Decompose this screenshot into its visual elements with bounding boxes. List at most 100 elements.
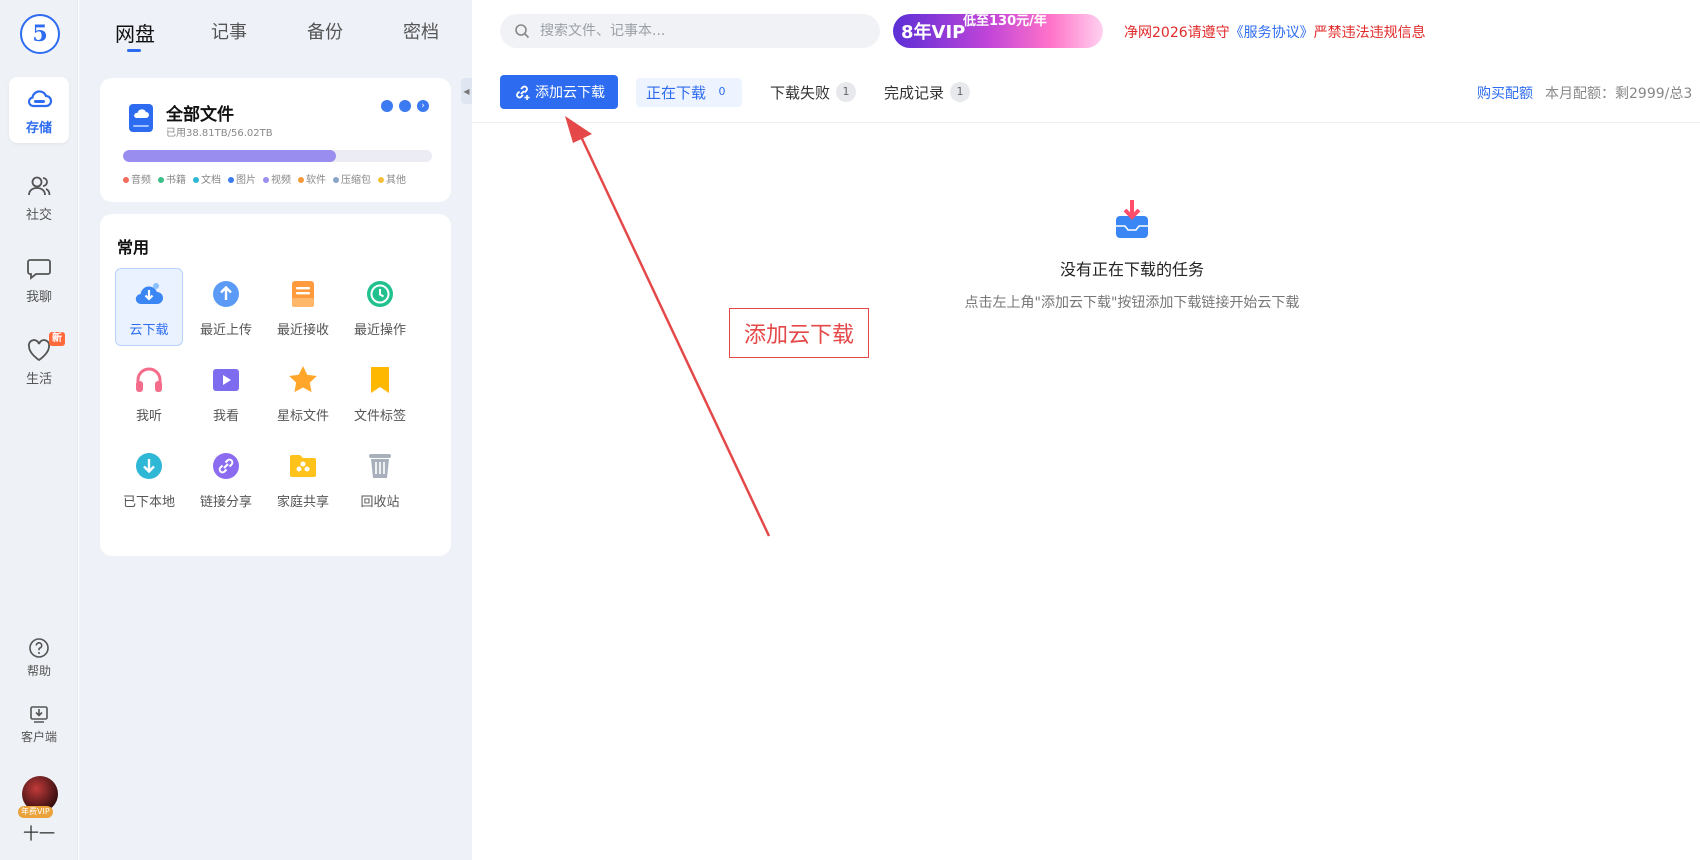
trash-icon — [369, 453, 391, 478]
tab-downloading[interactable]: 正在下载 0 — [636, 77, 743, 107]
link-add-icon — [516, 85, 530, 100]
play-icon — [213, 368, 239, 391]
rail-help[interactable]: 帮助 — [9, 637, 69, 679]
tab-backup[interactable]: 备份 — [307, 18, 403, 47]
legend-label: 压缩包 — [341, 175, 371, 186]
tab-label: 正在下载 — [646, 83, 707, 102]
common-item-label: 最近上传 — [199, 322, 252, 338]
common-link-share[interactable]: 链接分享 — [192, 440, 260, 518]
tab-count: 1 — [950, 82, 971, 102]
divider — [472, 122, 1700, 123]
legend-item: 文档 — [193, 171, 221, 186]
storage-usage: 已用38.81TB/56.02TB — [166, 128, 273, 139]
common-downloaded[interactable]: 已下本地 — [115, 440, 183, 518]
legend-dot — [298, 177, 304, 183]
common-recent-ops[interactable]: 最近操作 — [346, 268, 414, 346]
user-name: 十一 — [22, 824, 55, 843]
storage-progress-fill — [123, 150, 337, 162]
common-item-label: 星标文件 — [276, 408, 329, 424]
storage-legend: 音频 书籍 文档 图片 视频 软件 压缩包 其他 — [123, 171, 406, 186]
common-listen[interactable]: 我听 — [115, 354, 183, 432]
common-item-label: 云下载 — [129, 322, 169, 338]
rail-client[interactable]: 客户端 — [9, 703, 69, 745]
tab-notes[interactable]: 记事 — [211, 18, 307, 47]
tab-netdisk[interactable]: 网盘 — [115, 18, 211, 52]
notice-prefix: 净网2026请遵守 — [1124, 25, 1230, 41]
cloud-download-icon — [135, 282, 163, 304]
common-watch[interactable]: 我看 — [192, 354, 260, 432]
notice-suffix: 严禁违法违规信息 — [1313, 25, 1426, 41]
common-item-label: 文件标签 — [353, 408, 406, 424]
link-icon — [213, 452, 239, 479]
common-recent-receive[interactable]: 最近接收 — [269, 268, 337, 346]
legend-dot — [333, 177, 339, 183]
common-item-label: 已下本地 — [122, 494, 175, 510]
vip-promo-banner[interactable]: 低至130元/年 8年VIP — [893, 14, 1103, 48]
inbox-icon — [292, 280, 314, 307]
common-starred[interactable]: 星标文件 — [269, 354, 337, 432]
side-panel: 网盘 记事 备份 密档 全部文件 已用38.81TB/56.02TB › 音频书… — [79, 0, 472, 860]
storage-more[interactable]: › — [381, 100, 429, 112]
common-item-label: 最近接收 — [276, 322, 329, 338]
legend-label: 视频 — [271, 175, 291, 186]
rail-item-chat[interactable]: 我聊 — [9, 246, 69, 312]
app-logo[interactable]: 5 — [20, 14, 60, 54]
disk-icon — [129, 104, 153, 132]
logo-mark: 5 — [32, 21, 48, 47]
legend-dot — [158, 177, 164, 183]
legend-label: 书籍 — [166, 175, 186, 186]
rail-item-label: 存储 — [25, 120, 52, 136]
dot-icon — [381, 100, 393, 112]
common-cloud-download[interactable]: 云下载 — [115, 268, 183, 346]
star-icon — [289, 365, 317, 392]
tab-label: 完成记录 — [884, 83, 945, 102]
collapse-panel-handle[interactable]: ◀ — [461, 78, 472, 104]
empty-title: 没有正在下载的任务 — [1059, 260, 1204, 279]
download-toolbar: 添加云下载 正在下载 0 下载失败 1 完成记录 1 — [500, 75, 971, 109]
search-bar[interactable] — [500, 14, 880, 48]
tab-failed[interactable]: 下载失败 1 — [770, 82, 857, 103]
add-cloud-download-button[interactable]: 添加云下载 — [500, 75, 618, 109]
empty-subtitle: 点击左上角"添加云下载"按钮添加下载链接开始云下载 — [964, 295, 1300, 311]
nav-rail: 5 存储 社交 我聊 新 生活 帮助 客户端 年费VIP 十一 — [0, 0, 78, 860]
common-item-label: 我听 — [135, 408, 162, 424]
rail-item-label: 生活 — [25, 371, 52, 387]
panel-tabs: 网盘 记事 备份 密档 — [115, 18, 499, 52]
annotation-label: 添加云下载 — [729, 308, 869, 358]
common-recent-upload[interactable]: 最近上传 — [192, 268, 260, 346]
common-title: 常用 — [117, 238, 150, 257]
common-recycle-bin[interactable]: 回收站 — [346, 440, 414, 518]
download-client-icon — [30, 706, 48, 723]
legend-item: 图片 — [228, 171, 256, 186]
rail-item-storage[interactable]: 存储 — [9, 77, 69, 143]
storage-progress-bar — [123, 150, 432, 162]
legend-dot — [228, 177, 234, 183]
buy-quota-link[interactable]: 购买配额 — [1477, 86, 1533, 102]
tab-label: 下载失败 — [770, 83, 831, 102]
legend-item: 软件 — [298, 171, 326, 186]
service-agreement-link[interactable]: 《服务协议》 — [1230, 25, 1314, 41]
add-button-label: 添加云下载 — [535, 85, 605, 101]
tab-count: 1 — [836, 82, 857, 102]
common-item-label: 我看 — [212, 408, 239, 424]
chat-icon — [27, 258, 51, 280]
tab-completed[interactable]: 完成记录 1 — [884, 82, 971, 103]
storage-title: 全部文件 — [166, 105, 234, 125]
legend-dot — [193, 177, 199, 183]
legend-item: 压缩包 — [333, 171, 371, 186]
storage-card[interactable]: 全部文件 已用38.81TB/56.02TB › 音频 书籍 文档 图片 视频 软件 压缩包… — [100, 78, 451, 202]
common-family-share[interactable]: 家庭共享 — [269, 440, 337, 518]
help-icon — [29, 638, 49, 658]
tab-count: 0 — [718, 85, 726, 98]
empty-state: 没有正在下载的任务 点击左上角"添加云下载"按钮添加下载链接开始云下载 — [872, 198, 1392, 312]
legend-label: 图片 — [236, 175, 256, 186]
legend-label: 音频 — [131, 175, 151, 186]
search-input[interactable] — [540, 23, 840, 39]
rail-item-life[interactable]: 新 生活 — [9, 328, 69, 394]
rail-item-social[interactable]: 社交 — [9, 164, 69, 230]
users-icon — [28, 176, 51, 195]
rail-item-label: 社交 — [25, 207, 52, 223]
common-tags[interactable]: 文件标签 — [346, 354, 414, 432]
bookmark-icon — [371, 366, 389, 393]
legend-item: 其他 — [378, 171, 406, 186]
